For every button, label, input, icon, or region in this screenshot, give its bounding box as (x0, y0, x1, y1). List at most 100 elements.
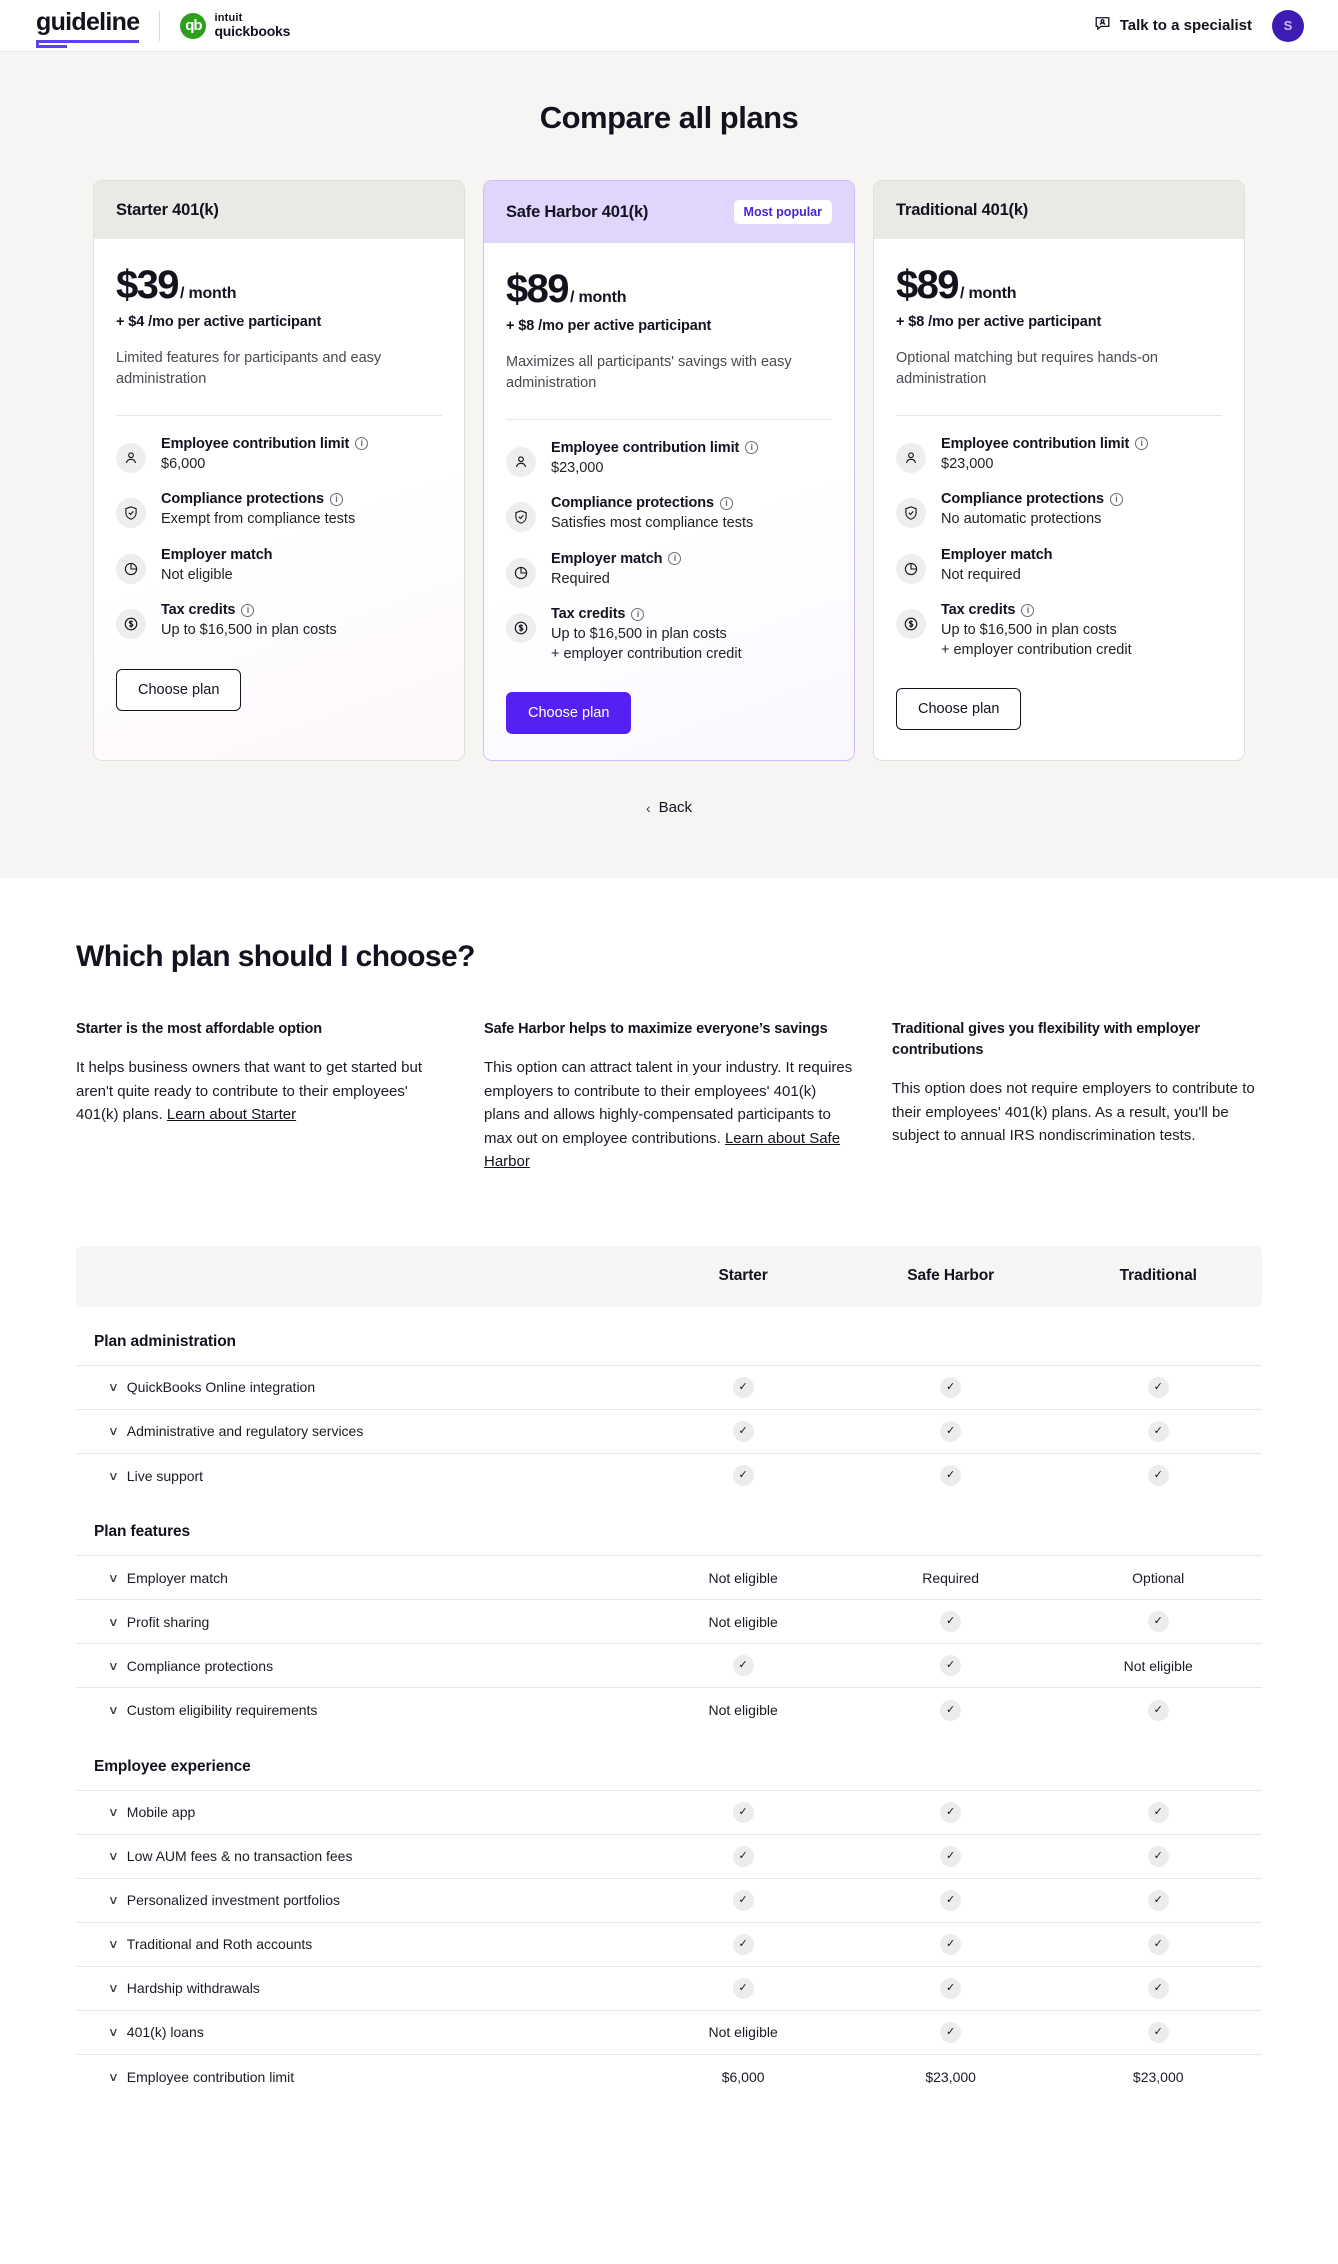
table-row[interactable]: ∨ Low AUM fees & no transaction fees ✓ ✓ ✓ (76, 1833, 1262, 1879)
info-icon[interactable]: i (719, 496, 733, 510)
info-icon[interactable]: i (1135, 437, 1149, 451)
learn-more-link[interactable]: Learn about Starter (167, 1106, 296, 1123)
back-button[interactable]: ‹ Back (646, 799, 692, 816)
specialist-chat-icon (1094, 15, 1111, 36)
plan-feature: Employee contribution limit i $23,000 (506, 440, 832, 478)
chevron-down-icon[interactable]: ∨ (108, 1425, 119, 1437)
chevron-down-icon[interactable]: ∨ (108, 1850, 119, 1862)
plan-feature-label: Employer match (941, 546, 1053, 563)
table-row[interactable]: ∨ Administrative and regulatory services ✓… (76, 1408, 1262, 1454)
table-feature-toggle[interactable]: ∨ Live support (108, 1468, 639, 1484)
table-row[interactable]: ∨ Compliance protections ✓ ✓ Not eligible (76, 1643, 1262, 1688)
header-actions: Talk to a specialist S (1094, 9, 1304, 42)
check-icon: ✓ (732, 1420, 754, 1442)
table-feature-toggle[interactable]: ∨ QuickBooks Online integration (108, 1379, 639, 1395)
table-feature-cell[interactable]: ∨ Low AUM fees & no transaction fees (76, 1833, 640, 1879)
info-icon[interactable]: i (241, 603, 255, 617)
chevron-down-icon[interactable]: ∨ (108, 1894, 119, 1906)
chevron-down-icon[interactable]: ∨ (108, 1660, 119, 1672)
table-feature-cell[interactable]: ∨ Custom eligibility requirements (76, 1687, 640, 1732)
chevron-down-icon[interactable]: ∨ (108, 1572, 119, 1584)
table-feature-cell[interactable]: ∨ Employee contribution limit (76, 2053, 640, 2099)
plan-card-body: $89/ month + $8 /mo per active participan… (484, 243, 854, 761)
table-feature-cell[interactable]: ∨ Compliance protections (76, 1643, 640, 1688)
table-cell-value: Not eligible (1123, 1657, 1193, 1674)
table-feature-toggle[interactable]: ∨ Profit sharing (108, 1614, 639, 1630)
table-row[interactable]: ∨ Hardship withdrawals ✓ ✓ ✓ (76, 1965, 1262, 2011)
info-icon[interactable]: i (745, 441, 759, 455)
table-feature-cell[interactable]: ∨ 401(k) loans (76, 2009, 640, 2055)
check-icon: ✓ (940, 1655, 962, 1677)
chevron-down-icon[interactable]: ∨ (108, 1704, 119, 1716)
table-feature-toggle[interactable]: ∨ Personalized investment portfolios (108, 1892, 639, 1909)
info-icon[interactable]: i (329, 492, 343, 506)
info-icon[interactable]: i (355, 437, 369, 451)
choose-plan-button[interactable]: Choose plan (896, 688, 1022, 731)
table-feature-toggle[interactable]: ∨ Custom eligibility requirements (108, 1702, 639, 1718)
table-feature-toggle[interactable]: ∨ Traditional and Roth accounts (108, 1936, 639, 1952)
chevron-down-icon[interactable]: ∨ (108, 1381, 119, 1393)
info-icon[interactable]: i (668, 552, 682, 566)
which-plan-heading: Safe Harbor helps to maximize everyone’s… (484, 1021, 828, 1038)
table-row[interactable]: ∨ Employee contribution limit $6,000 $23,00… (76, 2053, 1262, 2099)
chevron-down-icon[interactable]: ∨ (108, 1616, 119, 1628)
choose-plan-button[interactable]: Choose plan (506, 692, 632, 735)
check-icon: ✓ (940, 1977, 962, 1999)
table-feature-label: Personalized investment portfolios (126, 1892, 341, 1909)
table-cell-starter: ✓ (639, 1364, 847, 1410)
comparison-table-wrap: Starter Safe Harbor Traditional Plan admin… (0, 1245, 1338, 2139)
chevron-down-icon[interactable]: ∨ (108, 2071, 119, 2083)
table-feature-toggle[interactable]: ∨ Compliance protections (108, 1658, 639, 1674)
plan-card: Traditional 401(k) $89/ month + $8 /mo per… (873, 180, 1245, 762)
talk-to-specialist-button[interactable]: Talk to a specialist (1094, 15, 1252, 36)
table-row[interactable]: ∨ Personalized investment portfolios ✓ ✓ ✓ (76, 1877, 1262, 1923)
chevron-down-icon[interactable]: ∨ (108, 1982, 119, 1994)
info-icon[interactable]: i (1109, 492, 1123, 506)
choose-plan-button[interactable]: Choose plan (116, 668, 242, 711)
person-icon (506, 446, 536, 477)
table-feature-cell[interactable]: ∨ Personalized investment portfolios (76, 1877, 640, 1923)
chevron-down-icon[interactable]: ∨ (108, 1806, 119, 1818)
table-feature-toggle[interactable]: ∨ Mobile app (108, 1804, 639, 1820)
plan-feature-title: Employer match (161, 547, 273, 563)
table-row[interactable]: ∨ Traditional and Roth accounts ✓ ✓ ✓ (76, 1921, 1262, 1967)
table-feature-toggle[interactable]: ∨ 401(k) loans (108, 2024, 639, 2040)
avatar[interactable]: S (1272, 9, 1304, 42)
compare-plans-section: Compare all plans Starter 401(k) $39/ mon… (0, 52, 1338, 879)
which-plan-column: Starter is the most affordable option It … (76, 1019, 446, 1174)
table-feature-cell[interactable]: ∨ Hardship withdrawals (76, 1965, 640, 2011)
table-row[interactable]: ∨ 401(k) loans Not eligible ✓ ✓ (76, 2009, 1262, 2055)
info-icon[interactable]: i (631, 607, 645, 621)
table-feature-cell[interactable]: ∨ Employer match (76, 1555, 640, 1600)
divider (896, 414, 1222, 416)
plan-feature-text: Employee contribution limit i $23,000 (941, 436, 1149, 474)
check-icon: ✓ (732, 1845, 754, 1867)
table-row[interactable]: ∨ Profit sharing Not eligible ✓ ✓ (76, 1599, 1262, 1644)
chevron-down-icon[interactable]: ∨ (108, 2026, 119, 2038)
chevron-down-icon[interactable]: ∨ (108, 1470, 119, 1482)
table-feature-cell[interactable]: ∨ Live support (76, 1452, 640, 1498)
table-feature-toggle[interactable]: ∨ Administrative and regulatory services (108, 1423, 639, 1439)
guideline-logo[interactable]: guideline (36, 8, 140, 48)
table-row[interactable]: ∨ Employer match Not eligible Required Optio… (76, 1555, 1262, 1600)
back-label: Back (658, 799, 693, 817)
table-row[interactable]: ∨ QuickBooks Online integration ✓ ✓ ✓ (76, 1364, 1262, 1410)
info-icon[interactable]: i (1021, 603, 1035, 617)
table-feature-cell[interactable]: ∨ QuickBooks Online integration (76, 1364, 640, 1410)
table-feature-toggle[interactable]: ∨ Employer match (108, 1570, 639, 1586)
table-feature-cell[interactable]: ∨ Mobile app (76, 1789, 640, 1835)
table-cell-safe-harbor: ✓ (846, 1364, 1055, 1410)
chevron-down-icon[interactable]: ∨ (108, 1938, 119, 1950)
table-row[interactable]: ∨ Mobile app ✓ ✓ ✓ (76, 1789, 1262, 1835)
table-feature-cell[interactable]: ∨ Profit sharing (76, 1599, 640, 1644)
plan-feature-title: Compliance protections i (161, 491, 355, 507)
table-feature-cell[interactable]: ∨ Traditional and Roth accounts (76, 1921, 640, 1967)
table-feature-toggle[interactable]: ∨ Hardship withdrawals (108, 1980, 639, 1996)
table-feature-toggle[interactable]: ∨ Employee contribution limit (108, 2069, 639, 2085)
plan-description: Maximizes all participants' savings with… (506, 354, 792, 392)
table-row[interactable]: ∨ Custom eligibility requirements Not elig… (76, 1687, 1262, 1732)
quickbooks-label: quickbooks (214, 22, 291, 39)
table-row[interactable]: ∨ Live support ✓ ✓ ✓ (76, 1452, 1262, 1498)
table-feature-cell[interactable]: ∨ Administrative and regulatory services (76, 1408, 640, 1454)
table-feature-toggle[interactable]: ∨ Low AUM fees & no transaction fees (108, 1848, 639, 1864)
